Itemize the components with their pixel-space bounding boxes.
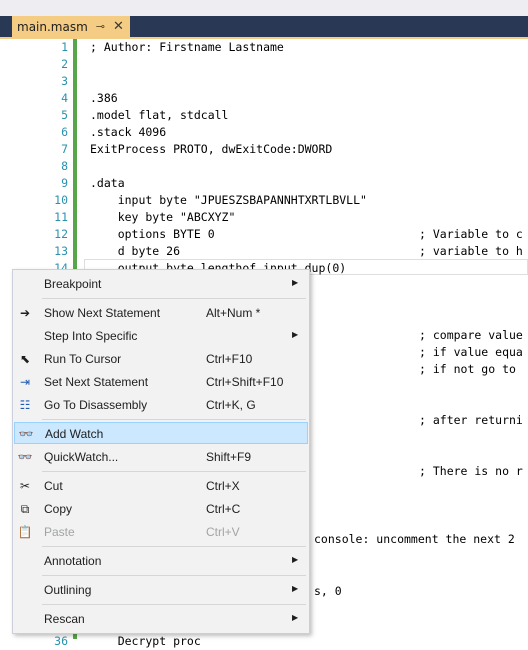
menu-item-go-to-disassembly[interactable]: ☷ Go To Disassembly Ctrl+K, G <box>14 394 308 416</box>
disassembly-icon: ☷ <box>19 398 31 412</box>
menu-separator <box>42 546 306 547</box>
menu-item-show-next-statement[interactable]: ➔ Show Next Statement Alt+Num * <box>14 302 308 324</box>
copy-icon: ⧉ <box>20 502 30 516</box>
menu-item-outlining[interactable]: Outlining ▶ <box>14 579 308 601</box>
code-line[interactable]: 11 key byte "ABCXYZ" <box>0 209 528 226</box>
run-to-cursor-icon: ⬉ <box>19 352 31 366</box>
menu-item-rescan[interactable]: Rescan ▶ <box>14 608 308 630</box>
menu-separator <box>42 604 306 605</box>
menu-item-quickwatch[interactable]: 👓 QuickWatch... Shift+F9 <box>14 446 308 468</box>
tab-title: main.masm <box>17 19 88 34</box>
menu-item-annotation[interactable]: Annotation ▶ <box>14 550 308 572</box>
menu-separator <box>42 298 306 299</box>
menu-item-add-watch[interactable]: 👓 Add Watch <box>14 422 308 444</box>
code-line[interactable]: 3 <box>0 73 528 90</box>
code-line[interactable]: 6 .stack 4096 <box>0 124 528 141</box>
ide-top-bar <box>0 0 528 16</box>
code-line[interactable]: 36 Decrypt proc <box>0 633 528 650</box>
submenu-arrow-icon: ▶ <box>292 330 299 339</box>
code-line[interactable]: 1; Author: Firstname Lastname <box>0 39 528 56</box>
menu-item-breakpoint[interactable]: Breakpoint ▶ <box>14 273 308 295</box>
code-line[interactable]: 4.386 <box>0 90 528 107</box>
tab-main-masm[interactable]: main.masm ⊸ ✕ <box>12 16 130 37</box>
menu-separator <box>42 471 306 472</box>
submenu-arrow-icon: ▶ <box>292 278 299 287</box>
set-next-statement-icon: ⇥ <box>19 375 31 389</box>
submenu-arrow-icon: ▶ <box>292 613 299 622</box>
menu-item-step-into-specific[interactable]: Step Into Specific ▶ <box>14 325 308 347</box>
menu-item-paste[interactable]: 📋 Paste Ctrl+V <box>14 521 308 543</box>
pin-icon[interactable]: ⊸ <box>96 20 105 33</box>
arrow-right-icon: ➔ <box>19 306 31 320</box>
menu-item-copy[interactable]: ⧉ Copy Ctrl+C <box>14 498 308 520</box>
code-line[interactable]: 12 options BYTE 0; Variable to c <box>0 226 528 243</box>
scissors-icon: ✂ <box>19 479 31 493</box>
editor-context-menu: Breakpoint ▶ ➔ Show Next Statement Alt+N… <box>12 269 310 634</box>
menu-separator <box>42 419 306 420</box>
quickwatch-glasses-icon: 👓 <box>17 450 33 464</box>
menu-item-set-next-statement[interactable]: ⇥ Set Next Statement Ctrl+Shift+F10 <box>14 371 308 393</box>
code-line[interactable]: 13 d byte 26; variable to h <box>0 243 528 260</box>
paste-icon: 📋 <box>17 525 33 539</box>
close-icon[interactable]: ✕ <box>113 19 124 34</box>
menu-item-cut[interactable]: ✂ Cut Ctrl+X <box>14 475 308 497</box>
submenu-arrow-icon: ▶ <box>292 584 299 593</box>
submenu-arrow-icon: ▶ <box>292 555 299 564</box>
code-line[interactable]: 10 input byte "JPUESZSBAPANNHTXRTLBVLL" <box>0 192 528 209</box>
watch-glasses-icon: 👓 <box>18 427 34 441</box>
code-line[interactable]: 9 .data <box>0 175 528 192</box>
code-line[interactable]: 2 <box>0 56 528 73</box>
code-line[interactable]: 7 ExitProcess PROTO, dwExitCode:DWORD <box>0 141 528 158</box>
code-line[interactable]: 8 <box>0 158 528 175</box>
code-line[interactable]: 5 .model flat, stdcall <box>0 107 528 124</box>
menu-separator <box>42 575 306 576</box>
menu-item-run-to-cursor[interactable]: ⬉ Run To Cursor Ctrl+F10 <box>14 348 308 370</box>
